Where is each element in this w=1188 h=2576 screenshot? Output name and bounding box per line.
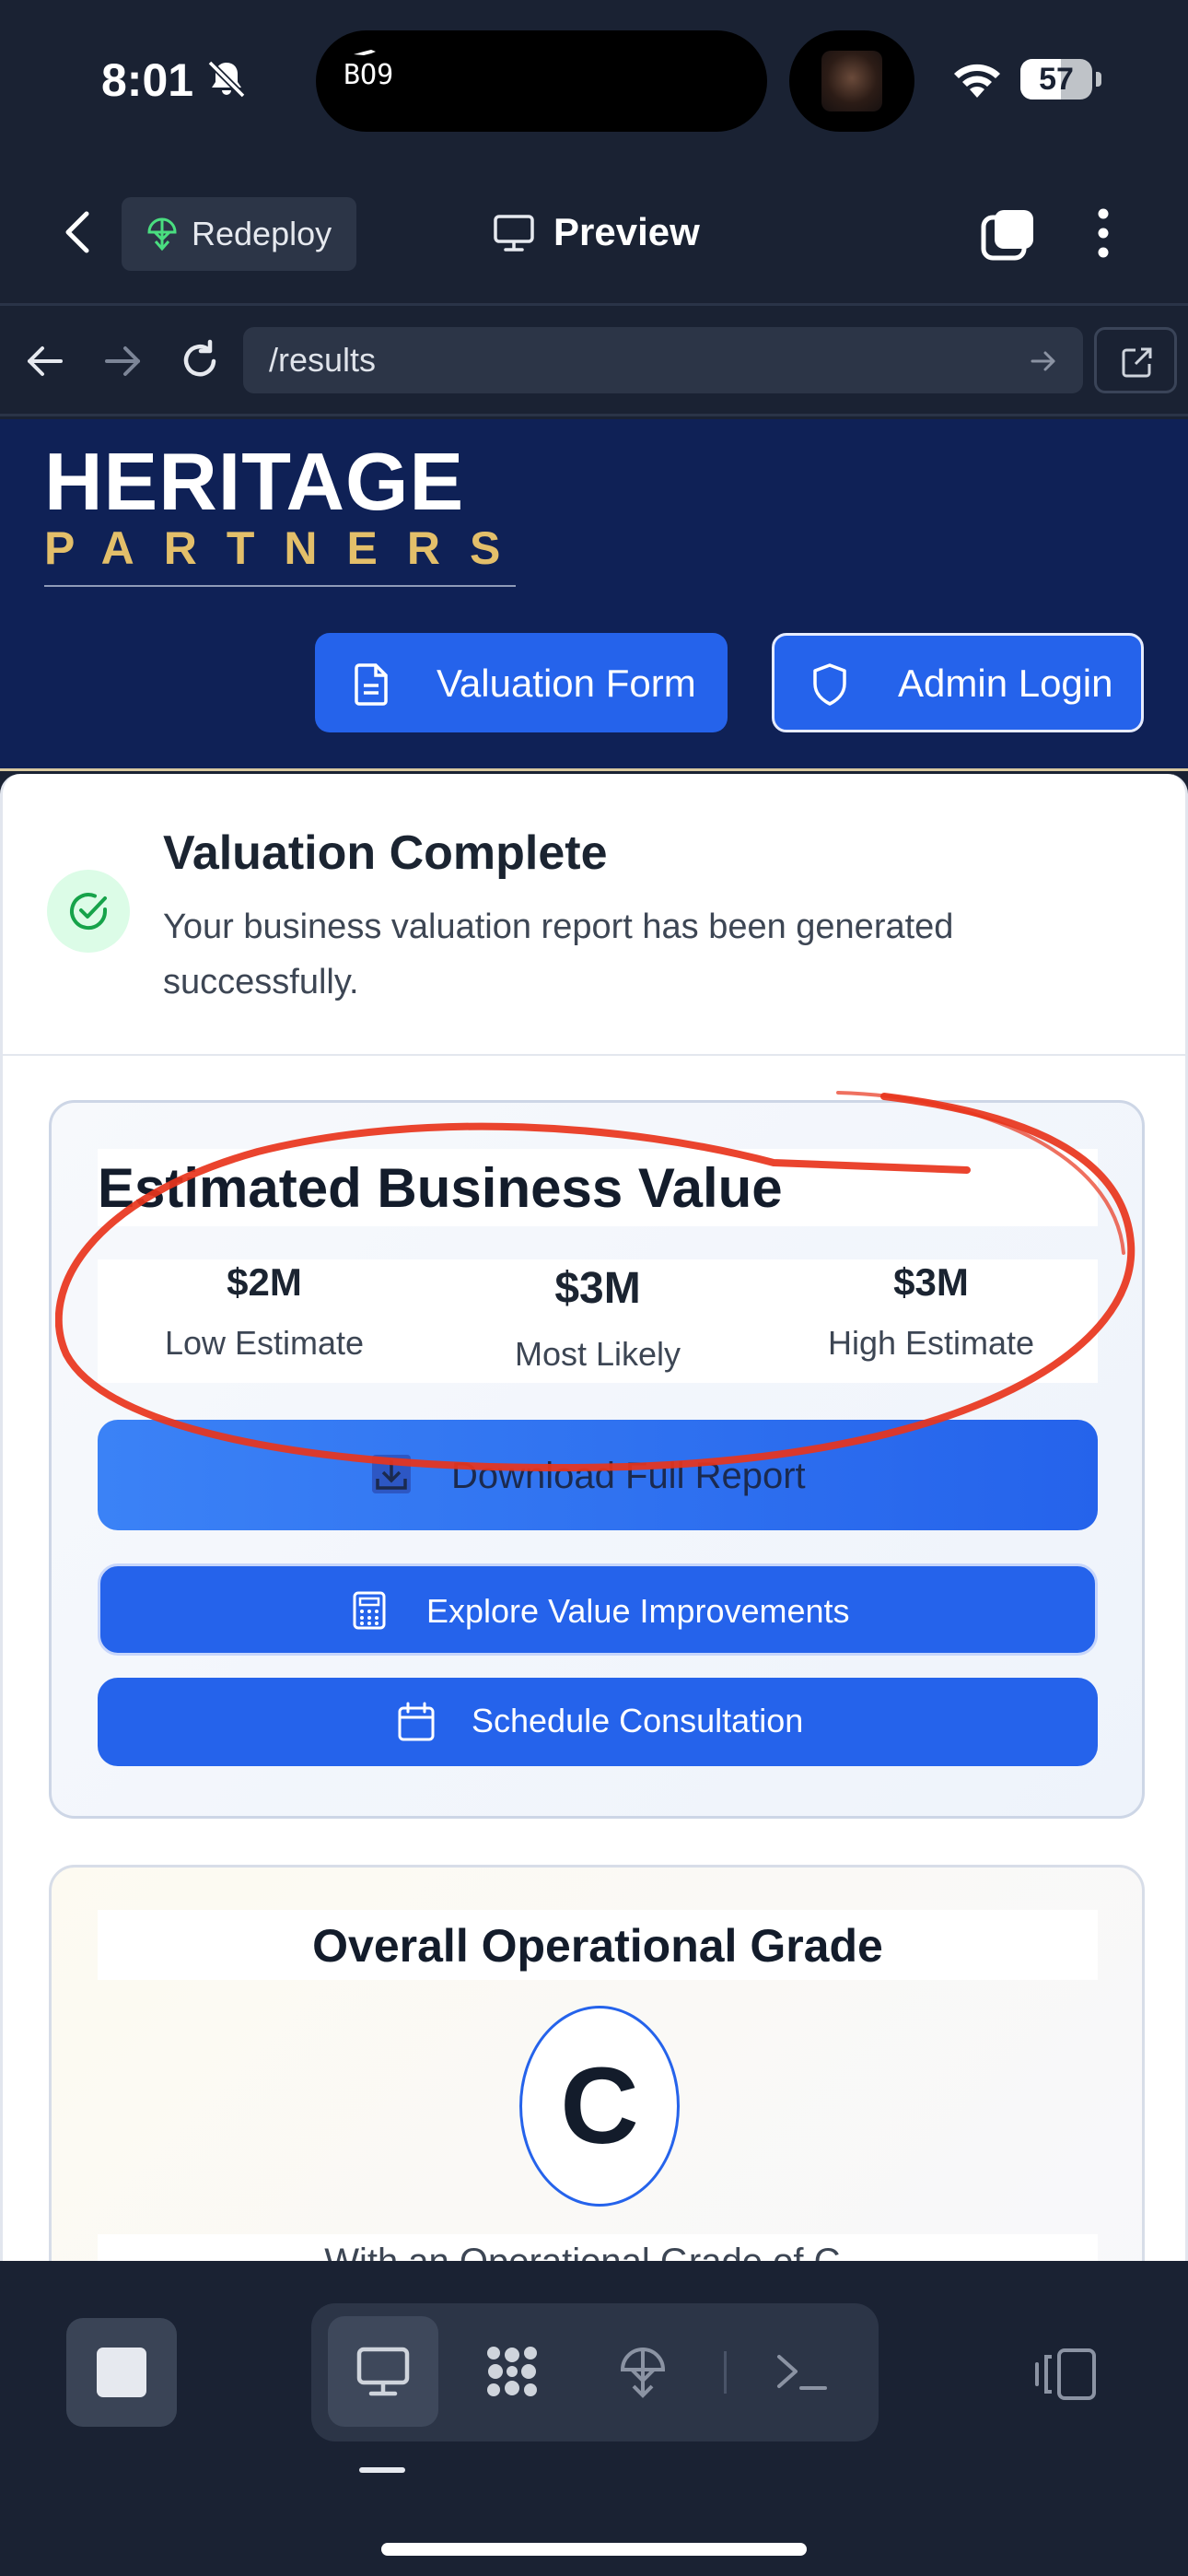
low-estimate-label: Low Estimate [164,1324,365,1362]
island-label: BO9 [344,59,394,91]
tool-separator [724,2351,727,2394]
go-arrow-icon[interactable] [1030,347,1057,375]
bottom-toolbar [0,2261,1188,2576]
site-header: HERITAGE PARTNERS Valuation Form Admin L… [0,419,1188,771]
valuation-complete-subtitle: Your business valuation report has been … [163,907,954,1001]
active-tool-indicator [359,2467,405,2473]
logo-underline [44,585,516,587]
browser-url-bar: /results [0,309,1188,416]
download-icon [372,1455,411,1493]
logo-line-2: PARTNERS [44,522,530,574]
shield-icon [813,663,846,706]
calendar-icon [398,1702,435,1741]
high-estimate: $3M High Estimate [764,1259,1098,1383]
check-circle-icon [70,893,108,931]
document-icon [355,663,388,706]
reload-icon[interactable] [177,338,223,384]
low-estimate: $2M Low Estimate [98,1259,431,1383]
calculator-icon [353,1591,386,1630]
arrow-right-icon[interactable] [101,340,144,382]
estimates-row: $2M Low Estimate $3M Most Likely $3M Hig… [98,1259,1098,1383]
operational-grade-title: Overall Operational Grade [312,1920,883,1972]
status-bar: 8:01 BO9 57 [0,0,1188,162]
download-report-label: Download Full Report [451,1456,806,1496]
arrow-left-icon[interactable] [24,340,66,382]
tool-workspace[interactable] [457,2316,567,2427]
battery-icon: 57 [1020,59,1092,100]
more-menu-icon[interactable] [1092,205,1114,262]
valuation-form-button[interactable]: Valuation Form [315,633,728,732]
stop-icon [97,2348,146,2397]
admin-login-button[interactable]: Admin Login [772,633,1144,732]
download-report-button[interactable]: Download Full Report [98,1420,1098,1530]
stop-button[interactable] [66,2318,177,2427]
app-header: Redeploy Preview [0,162,1188,306]
explore-improvements-label: Explore Value Improvements [426,1592,850,1630]
grade-badge: C [519,2006,680,2207]
preview-label: Preview [553,210,700,253]
schedule-consultation-button[interactable]: Schedule Consultation [98,1678,1098,1766]
estimated-value-card: Estimated Business Value $2M Low Estimat… [49,1100,1145,1819]
grade-title-box: Overall Operational Grade [98,1910,1098,1980]
success-badge [47,870,130,953]
open-external-button[interactable] [1094,327,1177,393]
grade-note-box: With an Operational Grade of C... [98,2234,1098,2261]
url-field[interactable]: /results [243,327,1083,393]
now-playing-pill[interactable] [789,30,914,132]
value-title-box: Estimated Business Value [98,1149,1098,1226]
tool-switcher [311,2303,879,2441]
battery-nub [1096,72,1101,87]
plane-icon [354,50,376,55]
schedule-consultation-label: Schedule Consultation [472,1702,804,1739]
explore-improvements-button[interactable]: Explore Value Improvements [98,1563,1098,1656]
url-text: /results [269,341,377,379]
dynamic-island[interactable]: BO9 [316,30,767,132]
bell-slash-icon [207,60,246,99]
estimated-value-title: Estimated Business Value [98,1157,783,1219]
status-time: 8:01 [101,54,194,106]
desktop-icon [356,2347,410,2396]
battery-level: 57 [1039,62,1074,97]
home-indicator[interactable] [381,2543,807,2556]
tool-preview[interactable] [328,2316,438,2427]
monitor-icon [494,215,534,252]
tool-deploy[interactable] [588,2316,698,2427]
high-estimate-label: High Estimate [827,1324,1035,1362]
low-estimate-value: $2M [227,1260,302,1304]
logo-line-1: HERITAGE [44,436,465,527]
grade-note: With an Operational Grade of C... [98,2242,1098,2261]
admin-login-label: Admin Login [898,662,1113,705]
most-likely-estimate: $3M Most Likely [431,1259,764,1383]
operational-grade-card: Overall Operational Grade C With an Oper… [49,1865,1145,2261]
redeploy-label: Redeploy [192,215,332,252]
high-estimate-value: $3M [893,1260,969,1304]
redeploy-button[interactable]: Redeploy [122,197,356,271]
deploy-icon [147,217,177,252]
most-likely-label: Most Likely [514,1335,681,1373]
results-main: Valuation Complete Your business valuati… [0,774,1188,2261]
back-chevron-icon[interactable] [55,205,101,260]
heritage-partners-logo[interactable]: HERITAGE PARTNERS [44,436,516,587]
terminal-icon [777,2355,827,2390]
valuation-complete-title: Valuation Complete [163,826,608,880]
deploy-icon [620,2348,666,2398]
album-art [821,51,882,111]
grade-letter: C [560,2045,639,2167]
grid-dots-icon [487,2347,537,2396]
external-link-icon [1122,347,1152,378]
tabs-icon[interactable] [980,206,1037,263]
tool-terminal[interactable] [746,2316,856,2427]
valuation-form-label: Valuation Form [437,662,696,705]
most-likely-value: $3M [554,1264,641,1313]
devices-icon[interactable] [1033,2348,1098,2401]
wifi-icon [954,64,1000,98]
valuation-complete-banner: Valuation Complete Your business valuati… [3,774,1185,1056]
